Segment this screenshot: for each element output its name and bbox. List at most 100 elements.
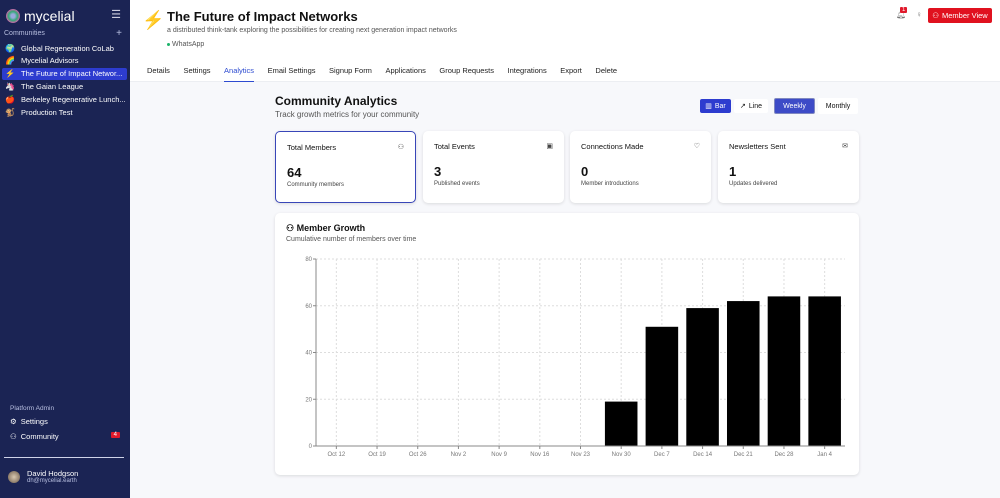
sidebar-item-community[interactable]: 🐒 Production Test (2, 106, 127, 118)
admin-community[interactable]: ⚇ Community 4 (10, 432, 120, 441)
sidebar-item-label: Berkeley Regenerative Lunch... (21, 94, 126, 104)
page-title: The Future of Impact Networks (167, 9, 358, 24)
stat-title: Total Members (287, 143, 337, 152)
stat-value: 0 (581, 164, 589, 179)
bar (726, 301, 760, 446)
line-toggle[interactable]: ↗ Line (734, 99, 768, 113)
x-tick-label: Dec 14 (693, 452, 713, 458)
stat-card[interactable]: Total Events ▣ 3 Published events (423, 131, 564, 203)
sidebar-item-community[interactable]: ⚡ The Future of Impact Networ... (2, 67, 127, 80)
menu-icon[interactable]: ☰ (111, 8, 121, 21)
sidebar-item-community[interactable]: 🦄 The Gaian League (2, 80, 127, 92)
bar (604, 401, 638, 446)
stat-title: Newsletters Sent (729, 142, 786, 151)
tab-signup-form[interactable]: Signup Form (329, 66, 372, 82)
add-community-icon[interactable]: + (116, 28, 122, 39)
tab-group-requests[interactable]: Group Requests (439, 66, 494, 82)
x-tick-label: Nov 9 (491, 452, 507, 458)
heart-icon: ♡ (693, 143, 700, 150)
tab-analytics[interactable]: Analytics (224, 66, 255, 82)
users-icon: ⚇ (397, 144, 404, 151)
platform-admin-label: Platform Admin (10, 405, 55, 412)
sidebar-item-label: Global Regeneration CoLab (21, 43, 114, 53)
bulb-icon[interactable]: ♀ (916, 10, 922, 19)
x-tick-label: Nov 2 (451, 452, 467, 458)
tab-integrations[interactable]: Integrations (508, 66, 547, 82)
stat-value: 64 (287, 165, 302, 180)
bar-chart-icon: ▥ (705, 103, 712, 110)
stat-subtitle: Updates delivered (729, 181, 778, 187)
member-view-button[interactable]: ⚇ Member View (928, 8, 992, 23)
bar-label: Bar (714, 102, 726, 110)
tab-export[interactable]: Export (560, 66, 582, 82)
sidebar-item-community[interactable]: 🍎 Berkeley Regenerative Lunch... (2, 93, 127, 105)
x-tick-label: Oct 26 (409, 452, 427, 458)
gear-icon: ⚙ (10, 417, 17, 426)
tab-details[interactable]: Details (147, 66, 170, 82)
communities-header: Communities + (4, 28, 126, 39)
community-emoji-icon: 🌍 (5, 43, 15, 53)
community-emoji-icon: 🐒 (5, 107, 15, 117)
logo[interactable]: mycelial (6, 8, 75, 24)
user-email: dh@mycelial.earth (27, 478, 77, 484)
x-tick-label: Oct 12 (328, 452, 346, 458)
mail-icon: ✉ (842, 143, 848, 150)
community-emoji-icon: 🍎 (5, 94, 15, 104)
x-tick-label: Nov 30 (612, 452, 632, 458)
y-tick-label: 0 (309, 444, 313, 450)
member-view-label: Member View (942, 11, 988, 20)
sidebar: mycelial ☰ Communities + 🌍 Global Regenera… (0, 0, 130, 498)
bar (808, 296, 841, 446)
sidebar-item-label: Mycelial Advisors (21, 56, 79, 66)
x-tick-label: Dec 28 (774, 452, 794, 458)
x-tick-label: Jan 4 (817, 452, 832, 458)
tab-applications[interactable]: Applications (385, 66, 425, 82)
tab-email-settings[interactable]: Email Settings (268, 66, 316, 82)
stat-card[interactable]: Newsletters Sent ✉ 1 Updates delivered (718, 131, 859, 203)
stat-subtitle: Member introductions (581, 181, 639, 187)
users-icon: ⚇ (932, 11, 939, 20)
weekly-button[interactable]: Weekly (774, 98, 815, 114)
y-tick-label: 60 (305, 304, 312, 310)
bell-icon[interactable]: 🔔︎ 1 (896, 7, 908, 19)
x-tick-label: Nov 16 (530, 452, 550, 458)
status-dot-icon (167, 42, 170, 46)
lightning-icon: ⚡ (142, 10, 165, 30)
member-growth-chart: 0 20 40 60 80 Oct 12 Oct 19 Oct 26 Nov 2 Nov 9 Nov… (305, 257, 845, 458)
page-description: a distributed think-tank exploring the p… (167, 27, 457, 34)
user-profile[interactable]: David Hodgson dh@mycelial.earth (8, 469, 78, 484)
sidebar-item-label: Production Test (21, 107, 73, 117)
admin-settings[interactable]: ⚙ Settings (10, 417, 120, 426)
sidebar-item-community[interactable]: 🌈 Mycelial Advisors (2, 55, 127, 67)
x-tick-label: Dec 21 (734, 452, 754, 458)
divider (4, 457, 124, 458)
platform-label: WhatsApp (172, 41, 205, 48)
stat-card[interactable]: Total Members ⚇ 64 Community members (275, 131, 416, 203)
sidebar-item-community[interactable]: 🌍 Global Regeneration CoLab (2, 42, 127, 54)
member-growth-card: ⚇ Member Growth Cumulative number of mem… (275, 213, 859, 475)
brand-name: mycelial (24, 8, 75, 24)
stat-card[interactable]: Connections Made ♡ 0 Member introductions (570, 131, 711, 203)
monthly-button[interactable]: Monthly (818, 98, 858, 114)
line-label: Line (748, 102, 763, 110)
logo-icon (6, 9, 20, 23)
sidebar-item-label: The Gaian League (21, 81, 84, 91)
stat-subtitle: Published events (434, 181, 480, 187)
analytics-subtitle: Track growth metrics for your community (275, 110, 420, 119)
stat-value: 3 (434, 164, 442, 179)
community-emoji-icon: 🦄 (5, 81, 15, 91)
avatar (8, 470, 20, 483)
bar (767, 296, 801, 446)
bar-toggle[interactable]: ▥ Bar (700, 99, 731, 113)
sidebar-item-label: The Future of Impact Networ... (21, 69, 123, 79)
community-emoji-icon: 🌈 (5, 56, 15, 66)
calendar-icon: ▣ (546, 143, 553, 150)
stat-subtitle: Community members (287, 182, 345, 188)
community-emoji-icon: ⚡ (5, 69, 15, 79)
analytics-title: Community Analytics (275, 94, 398, 108)
community-badge: 4 (110, 432, 120, 438)
tab-delete[interactable]: Delete (595, 66, 617, 82)
tab-settings[interactable]: Settings (183, 66, 210, 82)
bar (686, 308, 719, 446)
stat-title: Total Events (434, 142, 475, 151)
